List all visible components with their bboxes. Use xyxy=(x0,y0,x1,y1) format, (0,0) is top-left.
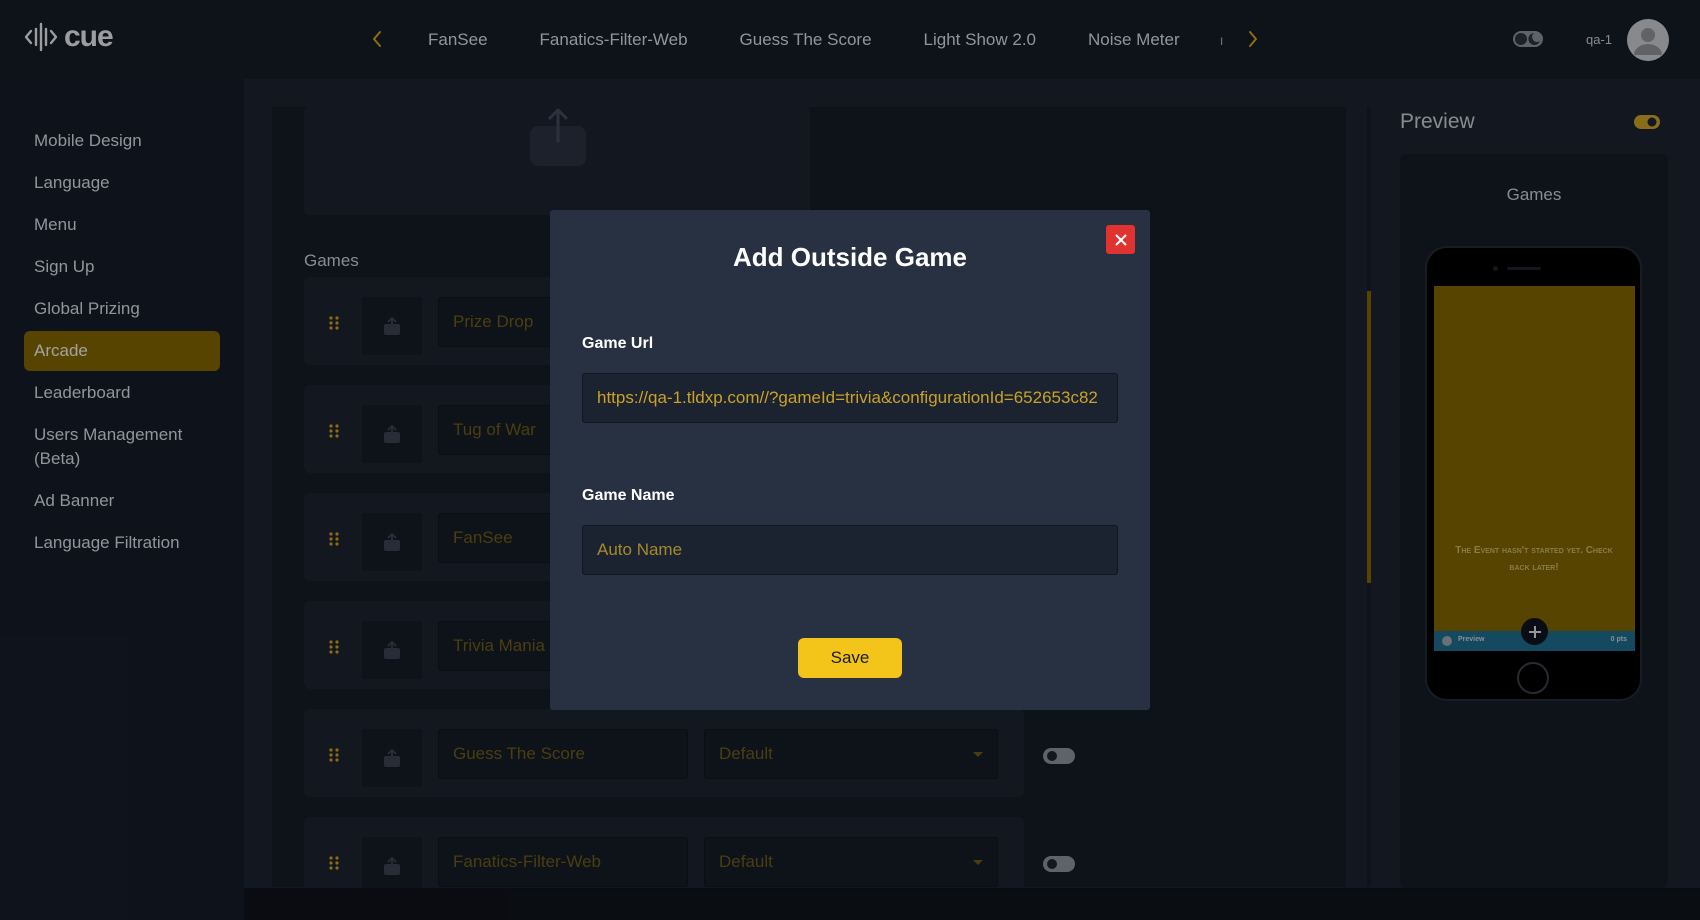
modal-title: Add Outside Game xyxy=(732,242,968,272)
close-icon xyxy=(1114,233,1127,246)
add-outside-game-modal: Add Outside Game Game Url https://qa-1.t… xyxy=(550,210,1150,710)
close-button[interactable] xyxy=(1106,225,1135,254)
game-url-label: Game Url xyxy=(582,335,654,352)
save-button[interactable]: Save xyxy=(798,638,902,678)
game-name-label: Game Name xyxy=(582,487,675,504)
game-url-input[interactable]: https://qa-1.tldxp.com//?gameId=trivia&c… xyxy=(582,373,1118,423)
game-name-input[interactable] xyxy=(582,525,1118,575)
